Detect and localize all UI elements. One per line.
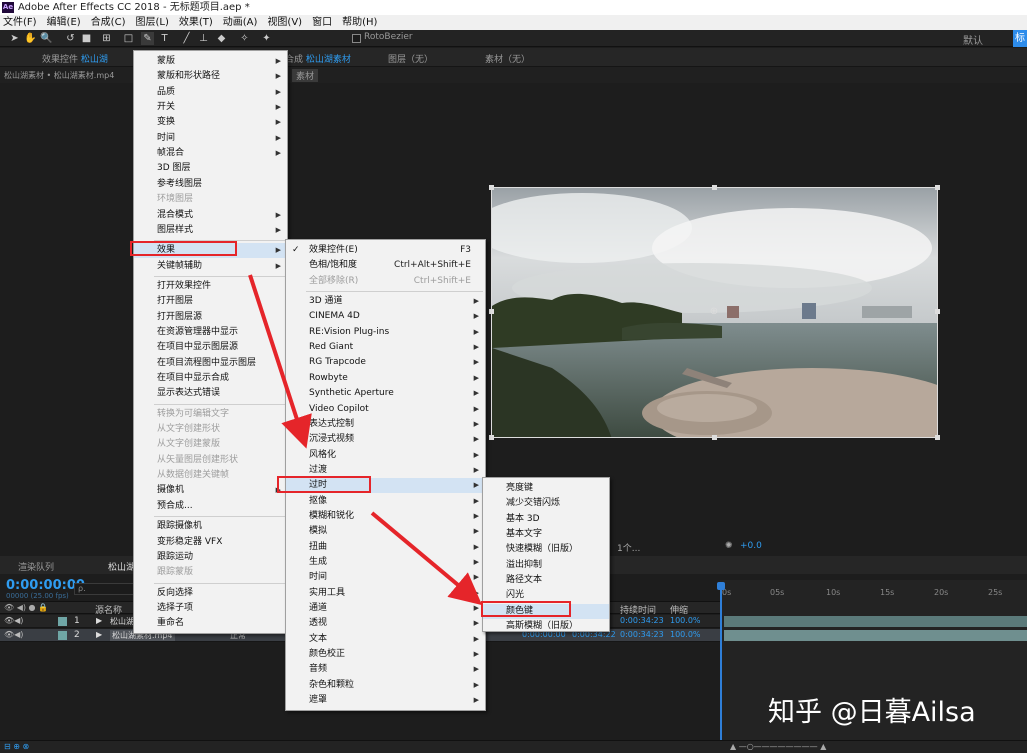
annotation-arrows [248, 274, 483, 606]
arrow-effect-to-obsolete [248, 274, 312, 449]
arrow-obsolete-to-color-key [370, 511, 483, 606]
